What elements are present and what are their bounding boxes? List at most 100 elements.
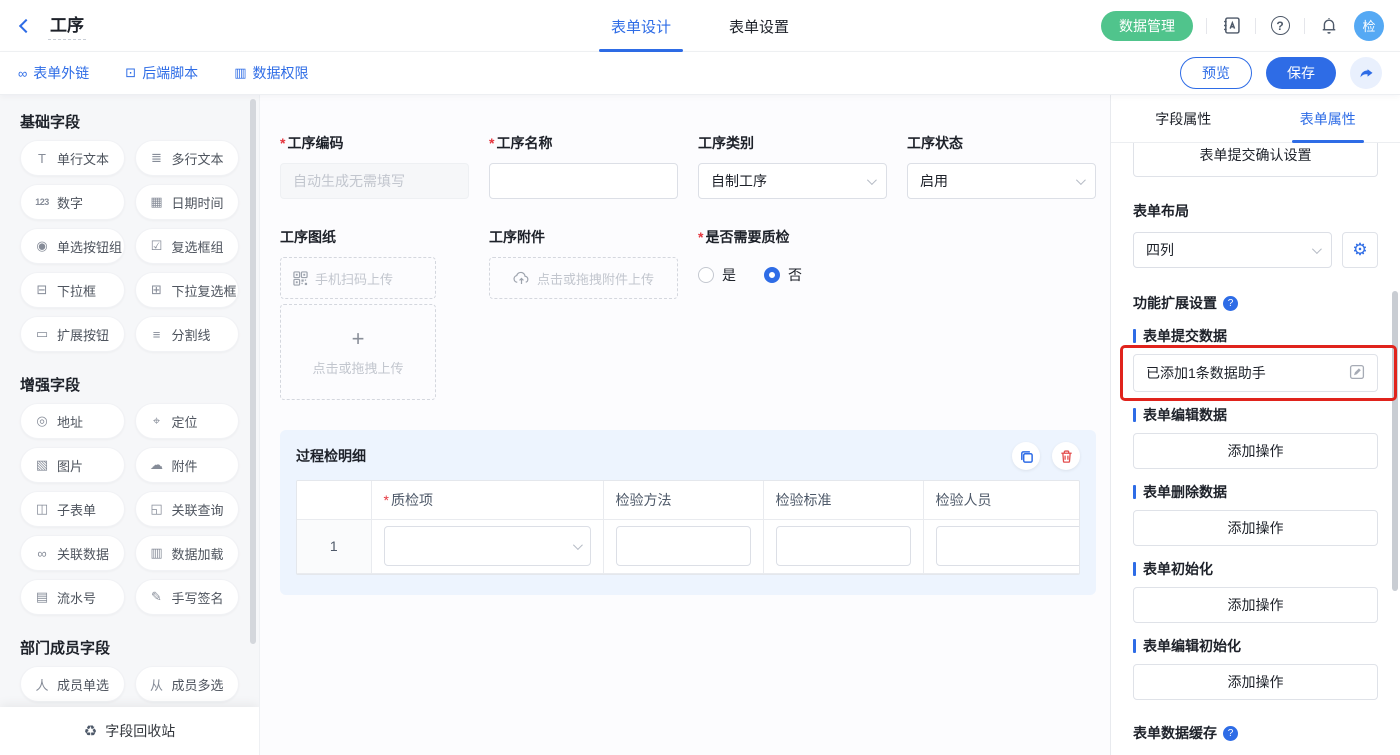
form-init-add-action-button[interactable]: 添加操作 (1133, 587, 1378, 623)
edit-icon-wrap[interactable] (1349, 364, 1365, 383)
form-external-link-link[interactable]: ∞表单外链 (18, 63, 89, 83)
form-edit-init-add-action-button[interactable]: 添加操作 (1133, 664, 1378, 700)
form-submit-data-value[interactable]: 已添加1条数据助手 (1133, 354, 1378, 392)
field-attachment[interactable]: ☁附件 (135, 447, 240, 483)
field-subform[interactable]: ◫子表单 (20, 491, 125, 527)
radio-option-yes[interactable]: 是 (698, 265, 736, 285)
field-image[interactable]: ▧图片 (20, 447, 125, 483)
backend-script-link[interactable]: ⊡后端脚本 (125, 63, 198, 83)
panel-scrollbar[interactable] (1392, 291, 1398, 591)
form-edit-data-add-action-button[interactable]: 添加操作 (1133, 433, 1378, 469)
docs-icon[interactable] (1220, 15, 1242, 37)
process-name-input[interactable] (489, 163, 678, 199)
field-label: 手写签名 (172, 588, 224, 607)
help-icon[interactable]: ? (1269, 15, 1291, 37)
field-label: 多行文本 (172, 149, 224, 168)
page-title[interactable]: 工序 (48, 11, 86, 40)
help-question-icon[interactable]: ? (1223, 726, 1238, 741)
field-process-drawing[interactable]: 工序图纸 手机扫码上传 + 点击或拖拽上传 (280, 227, 469, 400)
top-tab-form-design[interactable]: 表单设计 (611, 0, 671, 52)
preview-button[interactable]: 预览 (1180, 57, 1252, 89)
field-address[interactable]: ◎地址 (20, 403, 125, 439)
share-button[interactable] (1350, 57, 1382, 89)
field-single-line-text[interactable]: T单行文本 (20, 140, 125, 176)
data-load-icon: ▥ (149, 545, 165, 561)
layout-settings-button[interactable]: ⚙ (1342, 232, 1378, 268)
panel-tab-field-props[interactable]: 字段属性 (1111, 95, 1256, 142)
field-member-single[interactable]: 人成员单选 (20, 666, 125, 702)
field-process-category[interactable]: 工序类别 自制工序 (698, 133, 887, 199)
field-process-name[interactable]: 工序名称 (489, 133, 678, 199)
serial-number-icon: ▤ (34, 589, 50, 605)
form-external-link-icon: ∞ (18, 66, 27, 81)
field-pill-grid: ◎地址 ⌖ 定位 ▧图片 ☁附件 ◫子表单 ◱关联查询 ∞关联数据 ▥数据加载 ▤流水号 ✎手写签名 (20, 403, 239, 615)
delete-table-button[interactable] (1052, 442, 1080, 470)
field-label: 定位 (172, 412, 198, 431)
field-multi-line-text[interactable]: ≣多行文本 (135, 140, 240, 176)
top-tab-form-settings[interactable]: 表单设置 (729, 0, 789, 52)
field-process-code[interactable]: 工序编码 自动生成无需填写 (280, 133, 469, 199)
form-delete-data-add-action-button[interactable]: 添加操作 (1133, 510, 1378, 546)
location-icon: ⌖ (149, 413, 165, 429)
sidebar-scrollbar[interactable] (250, 99, 256, 644)
field-checkbox-group[interactable]: ☑复选框组 (135, 228, 240, 264)
field-qc-required: 是否需要质检 是 否 (698, 227, 887, 400)
field-select[interactable]: ⊟下拉框 (20, 272, 125, 308)
field-member-multi[interactable]: 从成员多选 (135, 666, 240, 702)
form-delete-data-title: 表单删除数据 (1133, 482, 1378, 502)
field-data-load[interactable]: ▥数据加载 (135, 535, 240, 571)
main-body: 基础字段T单行文本≣多行文本123数字▦日期时间◉单选按钮组☑复选框组⊟下拉框⊞… (0, 95, 1400, 755)
field-radio-group[interactable]: ◉单选按钮组 (20, 228, 125, 264)
field-linked-query[interactable]: ◱关联查询 (135, 491, 240, 527)
select-value: 四列 (1146, 240, 1174, 260)
field-number[interactable]: 123数字 (20, 184, 125, 220)
avatar[interactable]: 检 (1354, 11, 1384, 41)
qr-upload-text: 手机扫码上传 (315, 269, 393, 288)
field-label: 工序状态 (907, 133, 1096, 153)
bell-icon[interactable] (1318, 15, 1340, 37)
attachment-icon: ☁ (149, 457, 165, 473)
field-divider[interactable]: ≡分割线 (135, 316, 240, 352)
group-title-text: 表单初始化 (1143, 559, 1213, 579)
save-button[interactable]: 保存 (1266, 57, 1336, 89)
drawing-upload-dropzone[interactable]: + 点击或拖拽上传 (280, 304, 436, 400)
help-question-icon[interactable]: ? (1223, 296, 1238, 311)
panel-tab-form-props[interactable]: 表单属性 (1256, 95, 1400, 142)
field-datetime[interactable]: ▦日期时间 (135, 184, 240, 220)
upload-hint: 点击或拖拽附件上传 (537, 269, 654, 288)
form-layout-select[interactable]: 四列 (1133, 232, 1332, 268)
field-process-status[interactable]: 工序状态 启用 (907, 133, 1096, 199)
back-button[interactable] (16, 16, 36, 36)
divider (1255, 18, 1256, 34)
check-person-input[interactable] (936, 526, 1081, 566)
field-location[interactable]: ⌖ 定位 (135, 403, 240, 439)
field-extension-button[interactable]: ▭扩展按钮 (20, 316, 125, 352)
copy-row-button[interactable] (1012, 442, 1040, 470)
radio-option-no[interactable]: 否 (764, 265, 802, 285)
attachment-upload-dropzone[interactable]: 点击或拖拽附件上传 (489, 257, 678, 299)
check-standard-input[interactable] (776, 526, 911, 566)
field-label: 日期时间 (172, 193, 224, 212)
qr-upload-button[interactable]: 手机扫码上传 (280, 257, 436, 299)
field-label: 工序编码 (280, 133, 469, 153)
section-bar (1133, 562, 1136, 576)
divider-icon: ≡ (149, 327, 165, 342)
qc-item-select[interactable] (384, 526, 591, 566)
section-bar (1133, 485, 1136, 499)
data-manage-button[interactable]: 数据管理 (1101, 11, 1193, 41)
field-linked-data[interactable]: ∞关联数据 (20, 535, 125, 571)
section-bar (1133, 408, 1136, 422)
submit-confirm-settings-button[interactable]: 表单提交确认设置 (1133, 143, 1378, 177)
select-value: 启用 (920, 171, 948, 191)
process-status-select[interactable]: 启用 (907, 163, 1096, 199)
field-process-attachment[interactable]: 工序附件 点击或拖拽附件上传 (489, 227, 678, 400)
field-recycle-bin[interactable]: ♻ 字段回收站 (0, 707, 259, 755)
field-multi-select[interactable]: ⊞下拉复选框 (135, 272, 240, 308)
data-permission-link[interactable]: ▥数据权限 (234, 63, 308, 83)
field-signature[interactable]: ✎手写签名 (135, 579, 240, 615)
process-category-select[interactable]: 自制工序 (698, 163, 887, 199)
check-method-input[interactable] (616, 526, 751, 566)
field-serial-number[interactable]: ▤流水号 (20, 579, 125, 615)
recycle-icon: ♻ (84, 722, 97, 740)
group-title-text: 表单编辑初始化 (1143, 636, 1241, 656)
